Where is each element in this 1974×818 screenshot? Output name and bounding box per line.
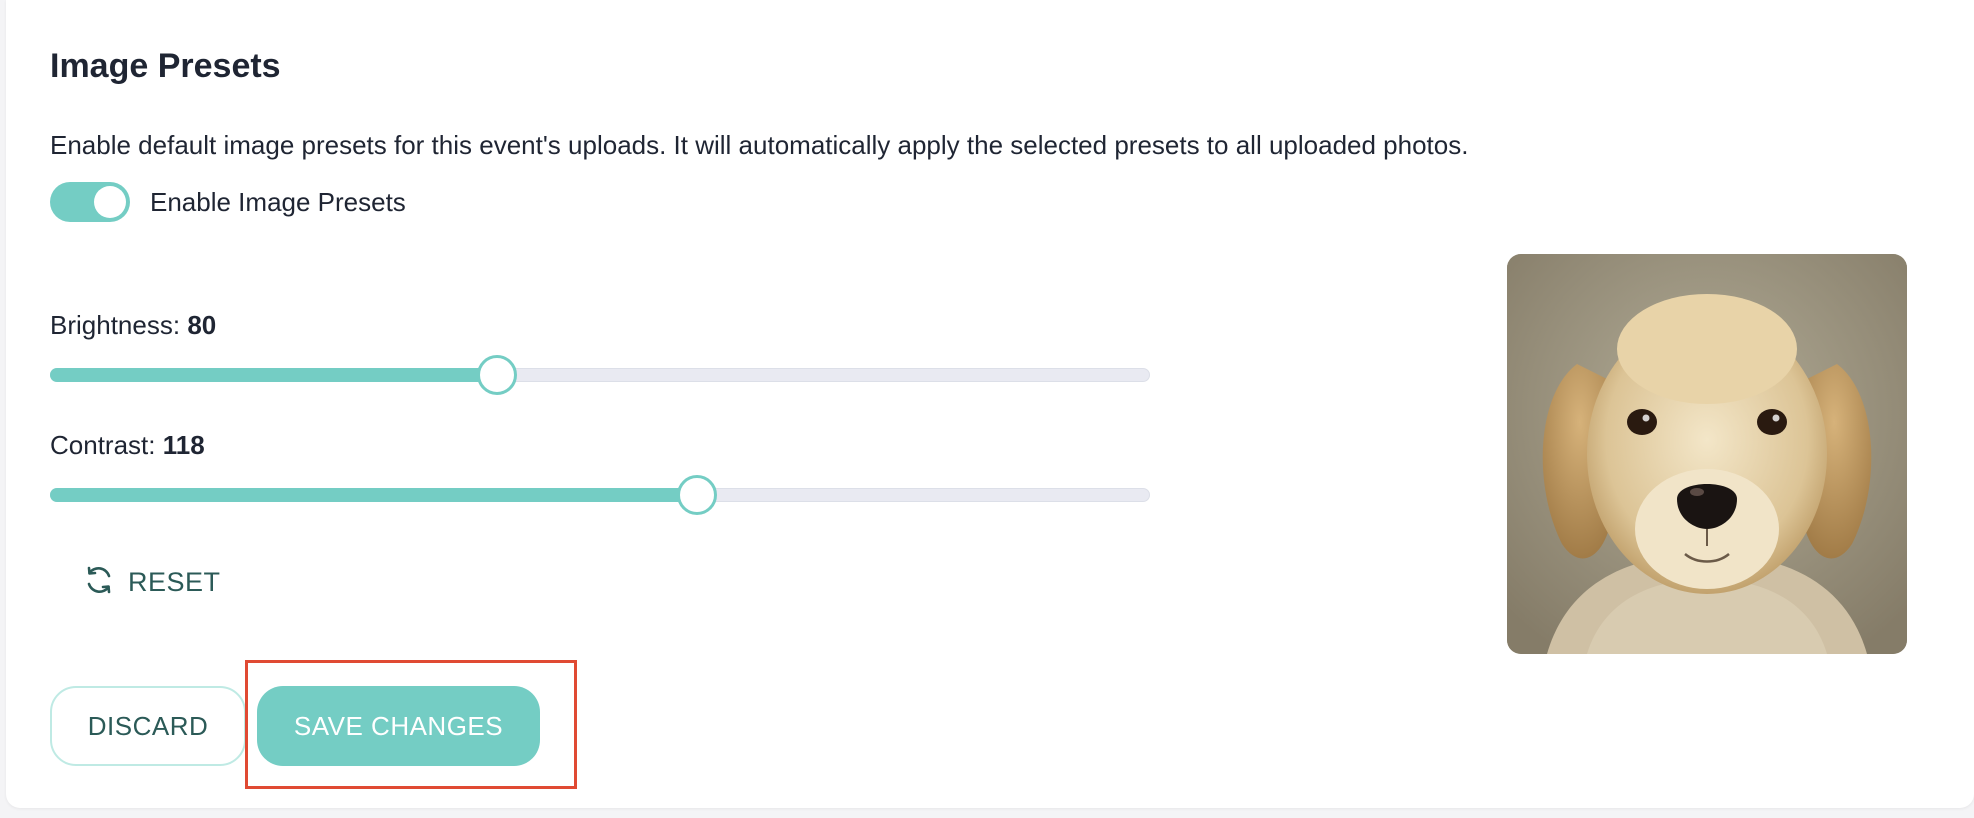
section-description: Enable default image presets for this ev… (50, 130, 1469, 160)
contrast-slider-fill (50, 488, 696, 502)
brightness-label-text: Brightness: (50, 310, 181, 340)
brightness-slider-fill (50, 368, 496, 382)
puppy-photo (1507, 254, 1907, 654)
save-changes-button[interactable]: SAVE CHANGES (257, 686, 540, 766)
brightness-value: 80 (187, 310, 217, 340)
brightness-slider[interactable] (50, 354, 1150, 395)
reset-label: RESET (128, 566, 221, 597)
contrast-label-text: Contrast: (50, 430, 156, 460)
toggle-knob (94, 186, 126, 218)
contrast-label: Contrast: 118 (50, 428, 205, 462)
contrast-value: 118 (162, 430, 205, 460)
contrast-slider-thumb[interactable] (676, 475, 717, 515)
brightness-label: Brightness: 80 (50, 308, 216, 342)
enable-presets-label: Enable Image Presets (150, 186, 406, 217)
preview-image (1507, 254, 1907, 654)
enable-presets-toggle[interactable] (50, 182, 130, 222)
enable-presets-row: Enable Image Presets (50, 182, 406, 222)
refresh-icon (84, 564, 114, 601)
image-presets-card: Image Presets Enable default image prese… (6, 0, 1974, 808)
reset-button[interactable]: RESET (84, 562, 221, 602)
discard-button[interactable]: DISCARD (50, 686, 246, 766)
section-title: Image Presets (50, 47, 281, 85)
brightness-slider-thumb[interactable] (476, 355, 517, 395)
contrast-slider[interactable] (50, 474, 1150, 515)
